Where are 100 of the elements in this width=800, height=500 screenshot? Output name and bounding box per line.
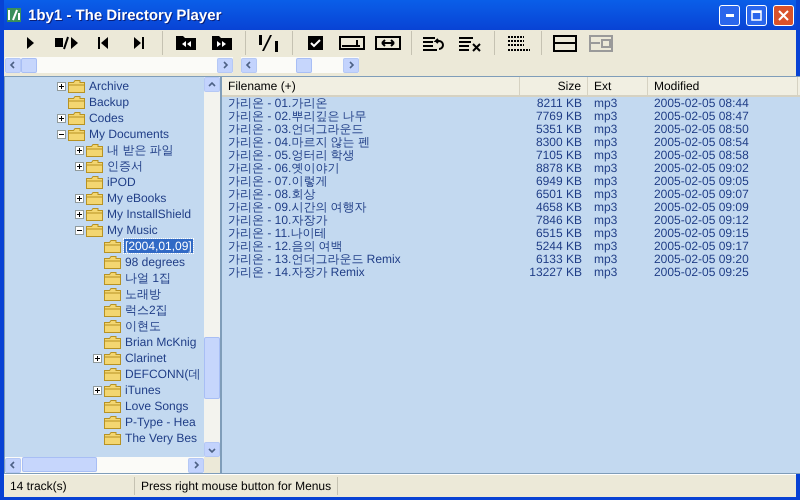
table-cell-text: mp3 <box>593 136 618 149</box>
table-cell-text: mp3 <box>593 253 618 266</box>
table-cell-text: mp3 <box>593 214 618 227</box>
tree-item[interactable]: P-Type - Hea <box>124 415 197 429</box>
plus-icon <box>58 114 65 122</box>
expand-toggle[interactable] <box>75 210 84 218</box>
table-cell-text: mp3 <box>593 97 618 110</box>
table-cell-text: 가리온 - 01.가리온 <box>227 97 328 110</box>
tree-item[interactable]: Love Songs <box>124 399 190 413</box>
tree-item[interactable]: 내 받은 파일 <box>106 142 175 158</box>
expand-toggle[interactable] <box>57 114 66 122</box>
table-cell-text: 5351 KB <box>534 123 583 136</box>
plus-icon <box>76 162 83 170</box>
table-cell-text: mp3 <box>593 162 618 175</box>
tree-item[interactable]: DEFCONN(데 <box>124 366 202 382</box>
table-cell-text: 가리온 - 11.나이테 <box>227 227 328 240</box>
table-cell-text: 2005-02-05 08:47 <box>653 110 750 123</box>
table-cell-text: mp3 <box>593 201 618 214</box>
table-cell-text: 7105 KB <box>534 149 583 162</box>
table-cell-text: 13227 KB <box>528 266 583 279</box>
status-text: Press right mouse button for Menus <box>135 477 338 495</box>
expand-toggle[interactable] <box>93 386 102 394</box>
widen-icon <box>375 36 401 50</box>
play-icon <box>27 37 34 49</box>
folder-icon <box>104 256 121 268</box>
table-cell-text: 2005-02-05 09:02 <box>653 162 750 175</box>
tree-item[interactable]: 럭스2집 <box>124 302 169 318</box>
collapse-toggle[interactable] <box>75 226 84 234</box>
scrollbar-thumb[interactable] <box>204 337 220 399</box>
expand-toggle[interactable] <box>57 82 66 90</box>
table-cell-text: 2005-02-05 09:25 <box>653 266 750 279</box>
tree-item[interactable]: 인증서 <box>106 158 144 174</box>
folder-icon <box>104 416 121 428</box>
horizontal-scrollbar[interactable] <box>5 457 204 473</box>
plus-icon <box>76 210 83 218</box>
right-scroll-button[interactable] <box>217 58 233 72</box>
tree-item[interactable]: iPOD <box>106 175 137 189</box>
right-scroll-button[interactable] <box>343 58 359 72</box>
maximize-icon <box>751 10 762 20</box>
tree-item[interactable]: iTunes <box>124 383 162 397</box>
plus-icon <box>76 146 83 154</box>
scrollbar-thumb[interactable] <box>22 457 97 472</box>
maximize-button[interactable] <box>746 4 767 26</box>
table-cell-text: 2005-02-05 08:50 <box>653 123 750 136</box>
table-cell-text: 가리온 - 02.뿌리깊은 나무 <box>227 110 368 123</box>
table-cell-text: 2005-02-05 09:15 <box>653 227 750 240</box>
folder-icon <box>104 384 121 396</box>
column-header[interactable]: Modified <box>648 77 798 95</box>
tree-item[interactable]: 나얼 1집 <box>124 270 172 286</box>
table-cell-text: 가리온 - 06.옛이야기 <box>227 162 340 175</box>
folder-icon <box>86 224 103 236</box>
tree-item[interactable]: Brian McKnig <box>124 335 198 349</box>
tree-item[interactable]: My Documents <box>88 127 170 141</box>
tree-item[interactable]: Archive <box>88 79 130 93</box>
folder-icon <box>68 112 85 124</box>
table-cell-text: 4658 KB <box>534 201 583 214</box>
tree-item[interactable]: 98 degrees <box>124 255 186 269</box>
expand-toggle[interactable] <box>75 146 84 154</box>
tree-item[interactable]: My eBooks <box>106 191 168 205</box>
table-cell-text: 가리온 - 12.음의 여백 <box>227 240 344 253</box>
plus-icon <box>58 82 65 90</box>
tree-item[interactable]: 노래방 <box>124 286 162 302</box>
tree-item[interactable]: The Very Bes <box>124 431 198 445</box>
table-cell-text: mp3 <box>593 188 618 201</box>
folder-icon <box>68 128 85 140</box>
table-cell-text: 가리온 - 09.시간의 여행자 <box>227 201 368 214</box>
column-header[interactable]: Filename (+) <box>222 77 520 95</box>
tree-item[interactable]: Clarinet <box>124 351 168 365</box>
tree-item[interactable]: Backup <box>88 95 130 109</box>
collapse-toggle[interactable] <box>57 130 66 138</box>
expand-toggle[interactable] <box>75 194 84 202</box>
table-cell-text: mp3 <box>593 123 618 136</box>
expand-toggle[interactable] <box>75 162 84 170</box>
tree-item[interactable]: Codes <box>88 111 125 125</box>
slider-thumb[interactable] <box>296 58 312 72</box>
minimize-button[interactable] <box>719 4 740 26</box>
close-button[interactable] <box>773 4 794 26</box>
tree-item[interactable]: 이현도 <box>124 318 162 334</box>
plus-icon <box>76 194 83 202</box>
table-cell-text: 6133 KB <box>534 253 583 266</box>
table-cell-text: 2005-02-05 09:12 <box>653 214 750 227</box>
column-header[interactable]: Ext <box>588 77 648 95</box>
column-header[interactable]: Size <box>520 77 588 95</box>
folder-back-icon <box>176 36 196 50</box>
table-cell-text: 7846 KB <box>534 214 583 227</box>
folder-icon <box>104 320 121 332</box>
tree-item[interactable]: My InstallShield <box>106 207 192 221</box>
plus-icon <box>94 386 101 394</box>
table-cell-text: 6515 KB <box>534 227 583 240</box>
left-scroll-button[interactable] <box>241 58 257 72</box>
tree-item[interactable]: [2004,01,09] <box>124 239 193 253</box>
folder-icon <box>104 240 121 252</box>
lines-icon <box>507 36 531 51</box>
expand-toggle[interactable] <box>93 354 102 362</box>
vertical-scrollbar[interactable] <box>204 77 220 457</box>
slider-thumb[interactable] <box>21 58 37 72</box>
tree-item[interactable]: My Music <box>106 223 159 237</box>
clear-icon <box>458 37 481 52</box>
left-scroll-button[interactable] <box>5 58 21 72</box>
check-icon <box>308 36 323 50</box>
